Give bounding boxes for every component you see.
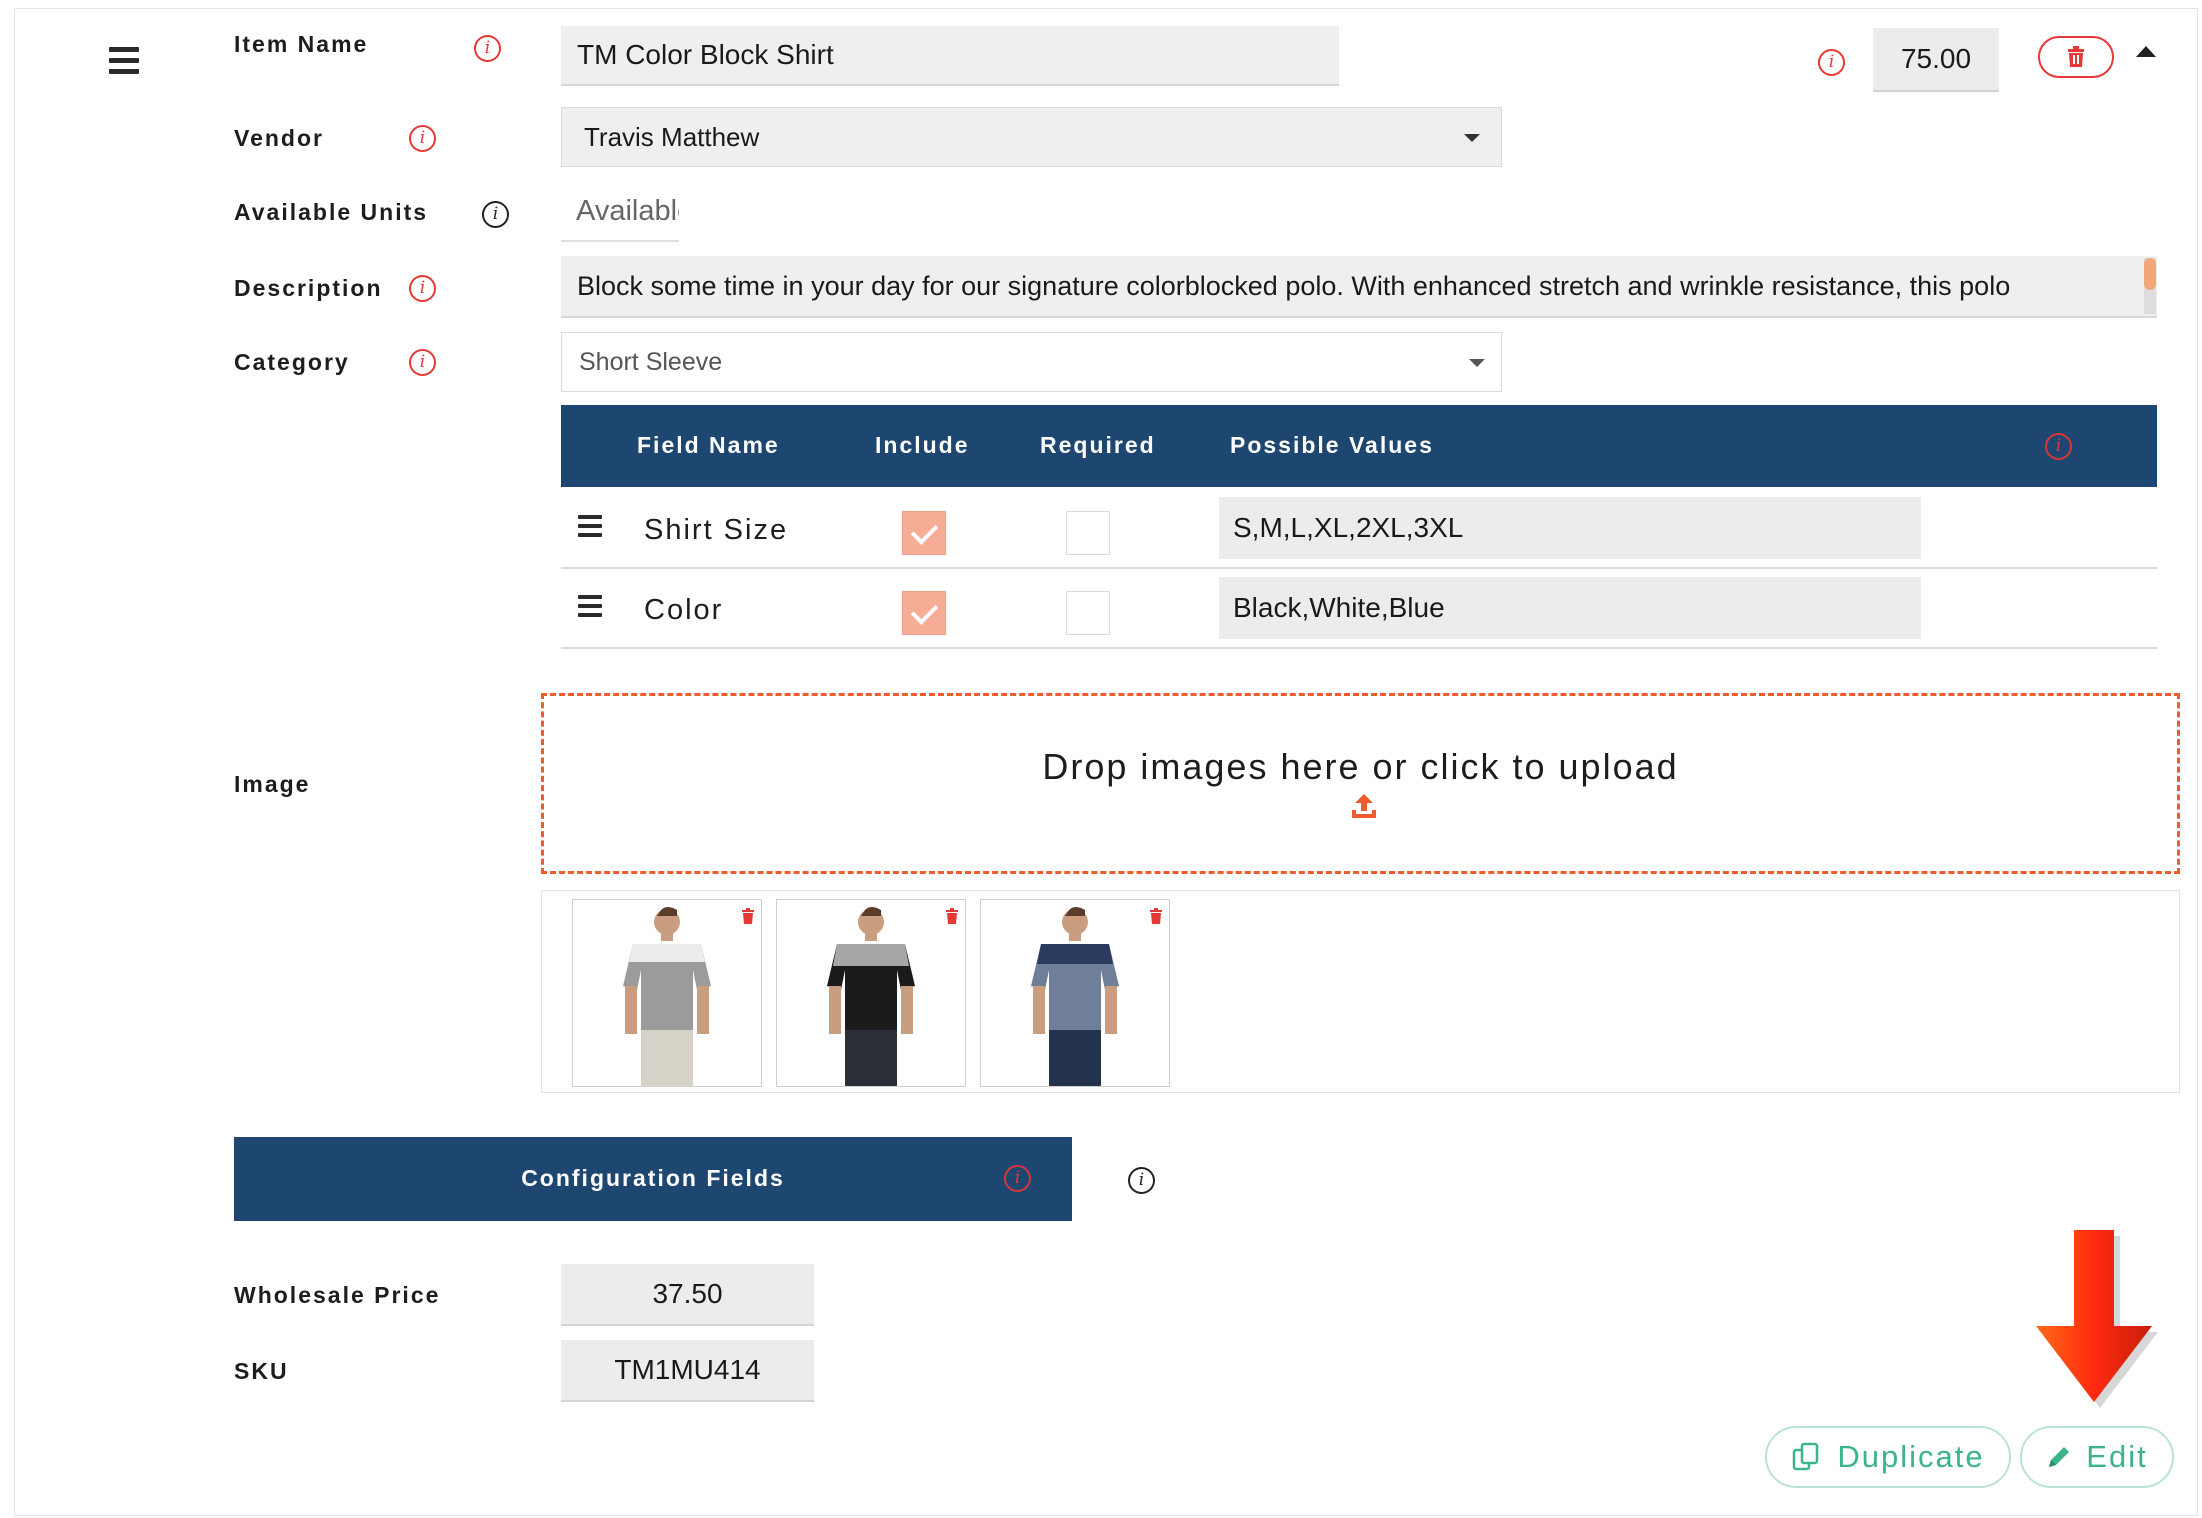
description-info-icon[interactable]: i: [409, 275, 436, 302]
duplicate-label: Duplicate: [1837, 1439, 1985, 1474]
row-divider: [561, 647, 2157, 649]
row-drag-handle-icon[interactable]: [578, 515, 602, 542]
shirt-photo-navy-blue: [981, 900, 1169, 1086]
description-textarea[interactable]: Block some time in your day for our sign…: [561, 256, 2157, 318]
vendor-select[interactable]: Travis Matthew: [561, 107, 1502, 167]
price-info-icon[interactable]: i: [1818, 49, 1845, 76]
include-checkbox-checked[interactable]: [902, 591, 946, 635]
item-name-info-icon[interactable]: i: [474, 35, 501, 62]
header-required: Required: [1040, 432, 1156, 458]
chevron-down-icon: [1464, 134, 1480, 142]
edit-button[interactable]: Edit: [2020, 1426, 2174, 1488]
row-field-name: Shirt Size: [644, 514, 789, 546]
configuration-fields-title: Configuration Fields: [521, 1165, 785, 1191]
available-units-info-icon[interactable]: i: [482, 201, 509, 228]
collapse-caret-icon[interactable]: [2136, 46, 2156, 57]
category-info-icon[interactable]: i: [409, 349, 436, 376]
image-gallery: [541, 890, 2180, 1093]
category-label: Category: [234, 349, 350, 375]
chevron-down-icon: [1469, 359, 1485, 367]
configuration-fields-button[interactable]: Configuration Fields i: [234, 1137, 1072, 1221]
upload-icon: [1352, 794, 1376, 818]
shirt-photo-white-gray: [573, 900, 761, 1086]
pencil-icon: [2049, 1447, 2070, 1467]
config-info-icon[interactable]: i: [1004, 1165, 1031, 1192]
required-checkbox[interactable]: [1066, 511, 1110, 555]
table-info-icon[interactable]: i: [2045, 433, 2072, 460]
sku-input[interactable]: TM1MU414: [561, 1340, 814, 1402]
header-field-name: Field Name: [637, 432, 780, 458]
duplicate-button[interactable]: Duplicate: [1765, 1426, 2011, 1488]
copy-icon: [1793, 1442, 1819, 1471]
shirt-photo-gray-black: [777, 900, 965, 1086]
description-text: Block some time in your day for our sign…: [577, 270, 2011, 301]
scrollbar-thumb[interactable]: [2144, 258, 2156, 290]
image-dropzone[interactable]: Drop images here or click to upload: [541, 693, 2180, 874]
delete-image-icon[interactable]: [741, 908, 755, 924]
category-selected-value: Short Sleeve: [579, 347, 723, 376]
product-image-thumbnail[interactable]: [980, 899, 1170, 1087]
item-name-input[interactable]: TM Color Block Shirt: [561, 26, 1339, 86]
wholesale-price-label: Wholesale Price: [234, 1282, 441, 1308]
vendor-label: Vendor: [234, 125, 324, 151]
product-image-thumbnail[interactable]: [776, 899, 966, 1087]
vendor-selected-value: Travis Matthew: [584, 121, 760, 152]
vendor-info-icon[interactable]: i: [409, 125, 436, 152]
price-input[interactable]: 75.00: [1873, 28, 1999, 92]
sku-label: SKU: [234, 1358, 289, 1384]
row-drag-handle-icon[interactable]: [578, 595, 602, 622]
header-include: Include: [875, 432, 970, 458]
header-possible-values: Possible Values: [1230, 432, 1434, 458]
category-select[interactable]: Short Sleeve: [561, 332, 1502, 392]
edit-label: Edit: [2086, 1439, 2148, 1474]
include-checkbox-checked[interactable]: [902, 511, 946, 555]
description-label: Description: [234, 275, 383, 301]
wholesale-price-input[interactable]: 37.50: [561, 1264, 814, 1326]
drag-handle-icon[interactable]: [109, 47, 139, 80]
row-field-name: Color: [644, 594, 724, 626]
dropzone-text: Drop images here or click to upload: [1042, 746, 1679, 787]
possible-values-input[interactable]: Black,White,Blue: [1219, 577, 1921, 639]
product-image-thumbnail[interactable]: [572, 899, 762, 1087]
item-name-label: Item Name: [234, 31, 369, 57]
delete-image-icon[interactable]: [945, 908, 959, 924]
available-units-label: Available Units: [234, 199, 429, 225]
description-scrollbar[interactable]: [2144, 258, 2156, 314]
image-label: Image: [234, 771, 311, 797]
available-units-input[interactable]: Available: [561, 186, 679, 242]
required-checkbox[interactable]: [1066, 591, 1110, 635]
trash-icon: [2068, 46, 2084, 67]
available-units-placeholder: Available: [576, 195, 679, 227]
pointer-arrow-annotation: [2036, 1230, 2158, 1408]
delete-image-icon[interactable]: [1149, 908, 1163, 924]
possible-values-input[interactable]: S,M,L,XL,2XL,3XL: [1219, 497, 1921, 559]
row-divider: [561, 567, 2157, 569]
delete-item-button[interactable]: [2038, 36, 2114, 78]
config-help-icon[interactable]: i: [1128, 1167, 1155, 1194]
fields-table-header: Field Name Include Required Possible Val…: [561, 405, 2157, 487]
